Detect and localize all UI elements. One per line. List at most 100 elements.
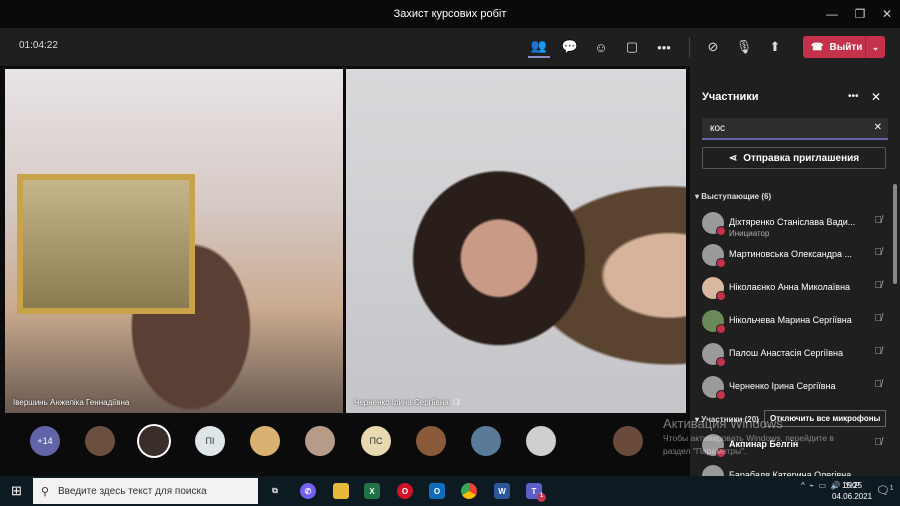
chevron-down-icon[interactable]: ⌄ (865, 36, 885, 58)
panel-title: Участники (702, 91, 759, 103)
participant-name: Діхтяренко Станіслава Вади... (729, 217, 856, 227)
avatar (702, 277, 726, 301)
participant-name: Черненко Ірина Сергіївна (354, 398, 449, 407)
chat-icon[interactable]: 💬 (559, 36, 581, 58)
list-item[interactable]: Черненко Ірина Сергіївна 🎙̸ (702, 374, 882, 404)
clock[interactable]: 15:25 04.06.2021 (832, 480, 872, 502)
participants-icon[interactable]: 👥 (528, 36, 550, 58)
participant-avatar[interactable] (250, 426, 280, 456)
excel-icon[interactable]: X (364, 483, 380, 499)
participant-name: Ніколаєнко Анна Миколаївна (729, 282, 851, 292)
task-view-icon[interactable]: ⧉ (267, 483, 283, 499)
file-explorer-icon[interactable] (333, 483, 349, 499)
windows-activation-watermark: Активация Windows Чтобы активировать Win… (663, 416, 834, 458)
teams-icon[interactable]: T1 (526, 483, 546, 502)
video-tile[interactable]: Івершинь Анжеліка Геннадіївна (5, 69, 343, 413)
participant-name: Нікольчева Марина Сергіївна (729, 315, 852, 325)
chrome-icon[interactable] (461, 483, 477, 499)
meeting-timer: 01:04:22 (19, 40, 58, 51)
teams-badge: 1 (537, 493, 546, 502)
window-title: Захист курсових робіт (393, 8, 507, 20)
participant-avatar[interactable] (305, 426, 335, 456)
avatar (702, 343, 726, 367)
outlook-icon[interactable]: O (429, 483, 445, 499)
minimize-button[interactable]: — (817, 0, 847, 28)
close-window-button[interactable]: ✕ (872, 0, 900, 28)
activation-line: раздел "Параметры". (663, 446, 747, 456)
date: 04.06.2021 (832, 492, 873, 501)
participant-avatar[interactable]: ПІ (195, 426, 225, 456)
participant-name: Івершинь Анжеліка Геннадіївна (13, 398, 130, 407)
maximize-button[interactable]: ❐ (845, 0, 875, 28)
participant-avatar[interactable] (416, 426, 446, 456)
taskbar: ⊞ ⚲ Введите здесь текст для поиска ⧉ ✆ X … (0, 476, 900, 506)
search-icon: ⚲ (41, 485, 50, 498)
avatar (702, 376, 726, 400)
mic-off-icon[interactable]: 🎙̸ (875, 247, 883, 258)
presenters-count: Выступающие (6) (701, 192, 772, 201)
notifications-icon[interactable]: 🗨1 (876, 484, 893, 497)
presenters-header[interactable]: ▾ Выступающие (6) (695, 192, 771, 201)
more-icon[interactable]: ••• (848, 91, 859, 102)
list-item[interactable]: Нікольчева Марина Сергіївна 🎙̸ (702, 308, 882, 338)
notification-count: 1 (889, 485, 894, 492)
participant-avatar[interactable] (139, 426, 169, 456)
list-item[interactable]: Палош Анастасія Сергіївна 🎙̸ (702, 341, 882, 371)
mic-off-icon[interactable]: 🎙̸ (875, 215, 883, 226)
participant-avatar[interactable] (471, 426, 501, 456)
participant-name: Мартиновська Олександра ... (729, 249, 852, 259)
mic-off-icon[interactable]: 🎙 (733, 36, 755, 58)
video-stage: Івершинь Анжеліка Геннадіївна Черненко І… (0, 66, 690, 476)
invite-button[interactable]: ⋖ Отправка приглашения (702, 147, 886, 169)
phone-icon: ☎ (811, 41, 824, 53)
rooms-icon[interactable]: ▢ (621, 36, 643, 58)
participants-panel: Участники ••• ✕ кос ✕ ⋖ Отправка приглашен… (690, 66, 900, 489)
avatar (702, 244, 726, 268)
camera-off-icon[interactable]: ⊘ (702, 36, 724, 58)
scrollbar[interactable] (893, 184, 897, 284)
video-tile[interactable]: Черненко Ірина Сергіївна 🎙̸ (346, 69, 686, 413)
meeting-toolbar: 01:04:22 👥 💬 ☺ ▢ ••• ⊘ 🎙 ⬆ ☎ Выйти ⌄ (0, 28, 900, 66)
participant-search-input[interactable]: кос ✕ (702, 118, 888, 140)
muted-icon: 🎙̸ (453, 398, 459, 407)
close-panel-icon[interactable]: ✕ (871, 90, 881, 104)
time: 15:25 (842, 481, 863, 490)
participant-name: Палош Анастасія Сергіївна (729, 348, 843, 358)
list-item[interactable]: Ніколаєнко Анна Миколаївна 🎙̸ (702, 275, 882, 305)
mic-off-icon[interactable]: 🎙̸ (875, 280, 883, 291)
avatar (702, 212, 726, 236)
activation-line: Чтобы активировать Windows, перейдите в (663, 433, 834, 443)
reactions-icon[interactable]: ☺ (590, 36, 612, 58)
mic-off-icon[interactable]: 🎙̸ (875, 313, 883, 324)
overflow-participants[interactable]: +14 (30, 426, 60, 456)
share-icon: ⋖ (728, 152, 738, 164)
avatar (702, 310, 726, 334)
clear-icon[interactable]: ✕ (874, 122, 882, 133)
mic-off-icon[interactable]: 🎙̸ (875, 346, 883, 357)
taskbar-search-input[interactable]: ⚲ Введите здесь текст для поиска (33, 478, 258, 504)
mic-off-icon[interactable]: 🎙̸ (875, 379, 883, 390)
activation-title: Активация Windows (663, 416, 783, 431)
list-item[interactable]: Діхтяренко Станіслава Вади... Инициатор 🎙̸ (702, 210, 882, 240)
participant-avatar[interactable] (613, 426, 643, 456)
participant-name: Черненко Ірина Сергіївна (729, 381, 836, 391)
list-item[interactable]: Мартиновська Олександра ... 🎙̸ (702, 242, 882, 272)
title-bar: Захист курсових робіт — ❐ ✕ (0, 0, 900, 28)
participant-avatar[interactable] (526, 426, 556, 456)
opera-icon[interactable]: O (397, 483, 413, 499)
invite-label: Отправка приглашения (743, 152, 860, 164)
word-icon[interactable]: W (494, 483, 510, 499)
painting (17, 174, 195, 314)
viber-icon[interactable]: ✆ (300, 483, 316, 499)
search-placeholder: Введите здесь текст для поиска (58, 485, 207, 497)
windows-start-icon[interactable]: ⊞ (11, 483, 22, 499)
participant-role: Инициатор (729, 229, 770, 238)
participant-avatar[interactable] (85, 426, 115, 456)
divider (689, 37, 690, 57)
participant-avatar[interactable]: ПС (361, 426, 391, 456)
more-icon[interactable]: ••• (653, 36, 675, 58)
leave-button[interactable]: ☎ Выйти ⌄ (803, 36, 885, 58)
leave-label: Выйти (829, 41, 863, 53)
share-icon[interactable]: ⬆ (764, 36, 786, 58)
mic-off-icon[interactable]: 🎙̸ (875, 437, 883, 448)
